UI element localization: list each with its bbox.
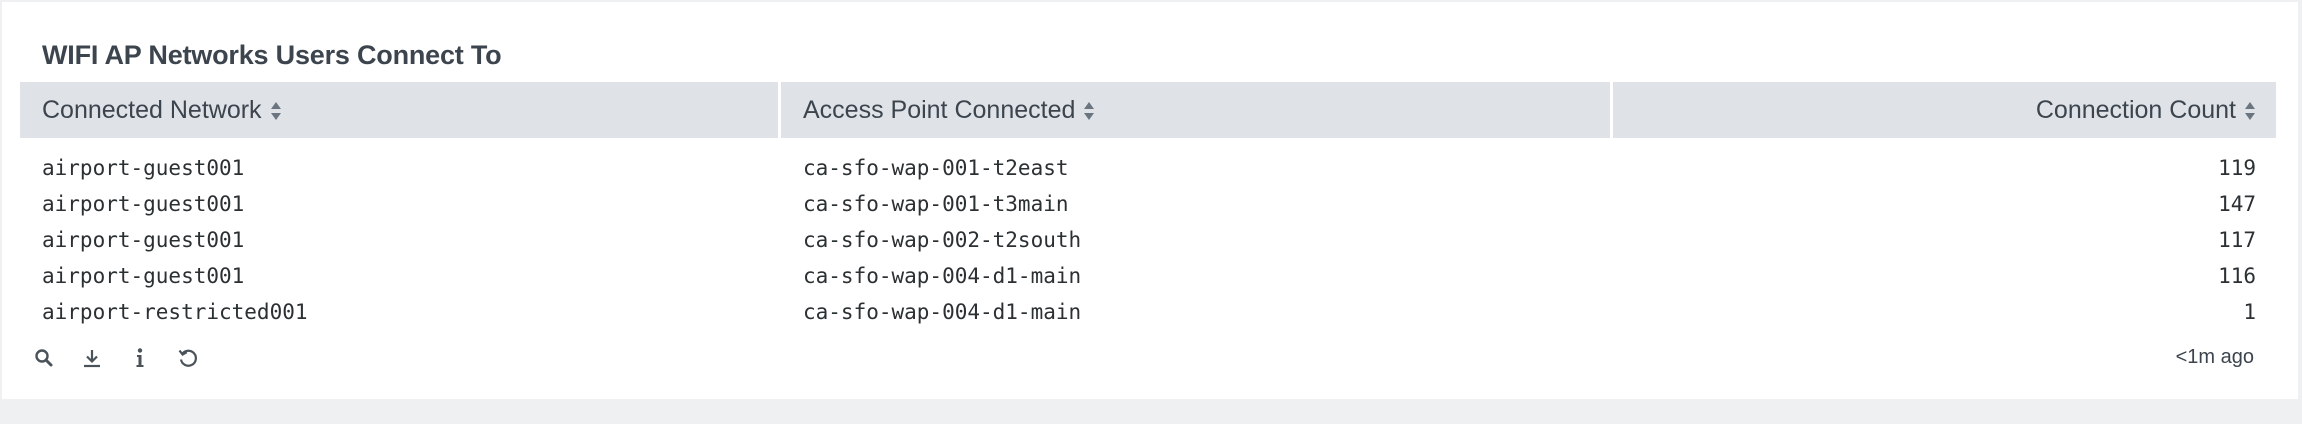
table-body: airport-guest001 ca-sfo-wap-001-t2east 1… [20, 150, 2276, 330]
info-icon[interactable] [128, 346, 152, 370]
sort-icon [2245, 102, 2255, 120]
refresh-icon[interactable] [176, 346, 200, 370]
column-header-label: Connected Network [42, 95, 262, 124]
last-updated-timestamp: <1m ago [2175, 346, 2254, 368]
cell-connection-count: 116 [2218, 264, 2256, 288]
cell-access-point: ca-sfo-wap-001-t3main [803, 192, 1069, 216]
cell-access-point: ca-sfo-wap-004-d1-main [803, 264, 1082, 288]
cell-connected-network: airport-guest001 [42, 192, 245, 216]
table-row[interactable]: airport-guest001 ca-sfo-wap-001-t3main 1… [20, 186, 2276, 222]
cell-connection-count: 1 [2243, 300, 2256, 324]
cell-connected-network: airport-guest001 [42, 264, 245, 288]
cell-connection-count: 117 [2218, 228, 2256, 252]
cell-connection-count: 147 [2218, 192, 2256, 216]
cell-connected-network: airport-guest001 [42, 156, 245, 180]
column-header-connection-count[interactable]: Connection Count [1613, 82, 2276, 138]
cell-connection-count: 119 [2218, 156, 2256, 180]
table-row[interactable]: airport-guest001 ca-sfo-wap-002-t2south … [20, 222, 2276, 258]
search-icon[interactable] [32, 346, 56, 370]
panel-title: WIFI AP Networks Users Connect To [42, 40, 502, 70]
cell-connected-network: airport-guest001 [42, 228, 245, 252]
cell-access-point: ca-sfo-wap-002-t2south [803, 228, 1082, 252]
column-header-access-point-connected[interactable]: Access Point Connected [781, 82, 1610, 138]
column-header-label: Connection Count [2035, 95, 2236, 124]
column-header-label: Access Point Connected [803, 95, 1076, 124]
cell-connected-network: airport-restricted001 [42, 300, 308, 324]
table-row[interactable]: airport-restricted001 ca-sfo-wap-004-d1-… [20, 294, 2276, 330]
dashboard-panel: WIFI AP Networks Users Connect To Connec… [2, 2, 2298, 399]
table-header: Connected Network Access Point Connected… [20, 82, 2276, 138]
sort-icon [1084, 102, 1095, 120]
cell-access-point: ca-sfo-wap-004-d1-main [803, 300, 1082, 324]
cell-access-point: ca-sfo-wap-001-t2east [803, 156, 1069, 180]
sort-icon [270, 102, 281, 120]
table-row[interactable]: airport-guest001 ca-sfo-wap-004-d1-main … [20, 258, 2276, 294]
table-row[interactable]: airport-guest001 ca-sfo-wap-001-t2east 1… [20, 150, 2276, 186]
download-icon[interactable] [80, 346, 104, 370]
column-header-connected-network[interactable]: Connected Network [20, 82, 778, 138]
panel-footer-actions [32, 346, 200, 370]
